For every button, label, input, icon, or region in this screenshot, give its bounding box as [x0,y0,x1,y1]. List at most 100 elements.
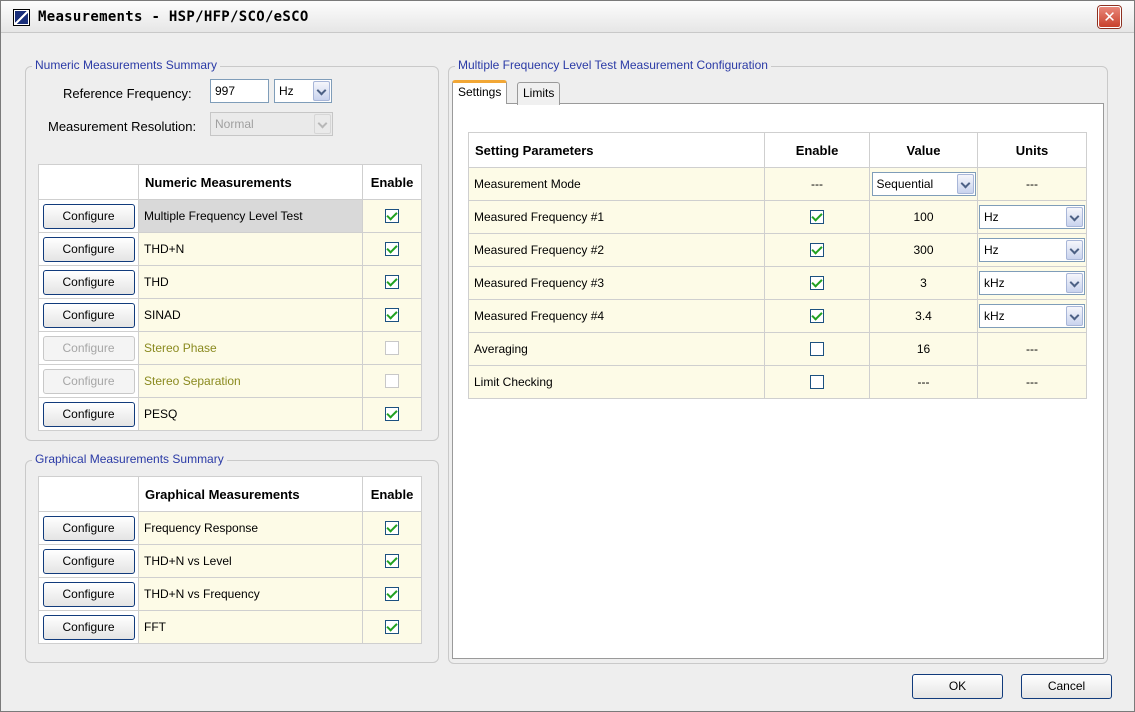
measurement-name[interactable]: THD+N vs Level [138,544,363,578]
table-row: Configure Multiple Frequency Level Test [38,199,422,233]
close-button[interactable]: ✕ [1098,6,1121,28]
measurement-mode-value: Sequential [876,177,934,191]
table-row: Measured Frequency #1 100 Hz [468,200,1087,234]
reference-frequency-label: Reference Frequency: [63,86,192,101]
enable-checkbox[interactable] [385,242,399,257]
enable-checkbox[interactable] [810,276,824,291]
measurement-name: Stereo Phase [138,331,363,365]
configure-button[interactable]: Configure [42,302,135,328]
chevron-down-icon[interactable] [956,174,974,194]
measurement-name[interactable]: THD [138,265,363,299]
units-value: --- [977,332,1087,366]
enable-checkbox[interactable] [810,210,824,225]
table-row: Configure Stereo Phase [38,331,422,365]
configure-button-disabled: Configure [42,335,135,361]
units-select-value: Hz [984,210,999,224]
parameter-name: Averaging [468,332,765,366]
units-select[interactable]: Hz [979,238,1085,262]
parameter-name: Limit Checking [468,365,765,399]
table-row: Configure SINAD [38,298,422,332]
parameter-name: Measured Frequency #3 [468,266,765,300]
frequency-value[interactable]: 100 [869,200,978,234]
enable-checkbox[interactable] [810,342,824,357]
table-row: Configure Stereo Separation [38,364,422,398]
table-row: Limit Checking --- --- [468,365,1087,399]
table-row: Configure FFT [38,610,422,644]
units-value: --- [977,167,1087,201]
reference-frequency-input[interactable]: 997 [210,79,269,103]
measurement-name[interactable]: SINAD [138,298,363,332]
enable-value: --- [764,167,870,201]
parameter-name: Measured Frequency #2 [468,233,765,267]
table-header-units: Units [977,132,1087,168]
measurement-name[interactable]: Frequency Response [138,511,363,545]
enable-checkbox[interactable] [385,554,399,569]
measurement-name: Stereo Separation [138,364,363,398]
averaging-value[interactable]: 16 [869,332,978,366]
table-header-enable: Enable [362,476,422,512]
chevron-down-icon[interactable] [1066,273,1083,293]
graphical-summary-title: Graphical Measurements Summary [32,452,227,466]
frequency-value[interactable]: 3.4 [869,299,978,333]
enable-checkbox[interactable] [385,308,399,323]
table-header-graphical-measurements: Graphical Measurements [138,476,363,512]
tab-settings[interactable]: Settings [452,80,508,104]
parameter-name: Measured Frequency #4 [468,299,765,333]
configure-button[interactable]: Configure [42,401,135,427]
ok-button[interactable]: OK [912,674,1003,699]
tab-limits[interactable]: Limits [517,82,561,105]
measurement-name[interactable]: THD+N [138,232,363,266]
frequency-value[interactable]: 3 [869,266,978,300]
measurement-name[interactable]: PESQ [138,397,363,431]
configure-button[interactable]: Configure [42,548,135,574]
units-select[interactable]: Hz [979,205,1085,229]
chevron-down-icon[interactable] [1066,306,1083,326]
enable-checkbox[interactable] [385,587,399,602]
table-header-numeric-measurements: Numeric Measurements [138,164,363,200]
configure-button[interactable]: Configure [42,269,135,295]
table-row: Measurement Mode --- Sequential --- [468,167,1087,201]
units-select[interactable]: kHz [979,271,1085,295]
measurement-name[interactable]: THD+N vs Frequency [138,577,363,611]
enable-checkbox[interactable] [385,521,399,536]
table-row: Configure PESQ [38,397,422,431]
configure-button[interactable]: Configure [42,581,135,607]
configure-button[interactable]: Configure [42,614,135,640]
configuration-title: Multiple Frequency Level Test Measuremen… [455,58,771,72]
table-header-setting-parameters: Setting Parameters [468,132,765,168]
app-logo-icon [13,9,30,26]
chevron-down-icon [314,114,331,134]
reference-frequency-unit-select[interactable]: Hz [274,79,332,103]
enable-checkbox[interactable] [810,243,824,258]
chevron-down-icon[interactable] [1066,207,1083,227]
enable-checkbox[interactable] [810,309,824,324]
enable-checkbox[interactable] [385,407,399,422]
table-header-blank [38,164,139,200]
measurement-resolution-label: Measurement Resolution: [48,119,197,134]
cancel-button[interactable]: Cancel [1021,674,1112,699]
measurement-mode-select[interactable]: Sequential [871,172,976,196]
enable-checkbox[interactable] [385,209,399,224]
table-row: Configure THD [38,265,422,299]
limit-checking-value: --- [869,365,978,399]
configure-button[interactable]: Configure [42,515,135,541]
table-row: Configure THD+N vs Level [38,544,422,578]
units-select-value: kHz [984,309,1005,323]
table-header-blank [38,476,139,512]
units-select[interactable]: kHz [979,304,1085,328]
frequency-value[interactable]: 300 [869,233,978,267]
chevron-down-icon[interactable] [1066,240,1083,260]
chevron-down-icon[interactable] [313,81,330,101]
measurement-name[interactable]: FFT [138,610,363,644]
setting-parameters-table: Setting Parameters Enable Value Units Me… [468,132,1087,399]
table-row: Configure THD+N [38,232,422,266]
enable-checkbox[interactable] [385,275,399,290]
enable-checkbox[interactable] [385,620,399,635]
table-row: Configure Frequency Response [38,511,422,545]
measurement-resolution-select: Normal [210,112,333,136]
enable-checkbox[interactable] [810,375,824,390]
measurement-name[interactable]: Multiple Frequency Level Test [138,199,363,233]
configure-button[interactable]: Configure [42,236,135,262]
title-bar[interactable]: Measurements - HSP/HFP/SCO/eSCO ✕ [1,1,1134,33]
configure-button[interactable]: Configure [42,203,135,229]
